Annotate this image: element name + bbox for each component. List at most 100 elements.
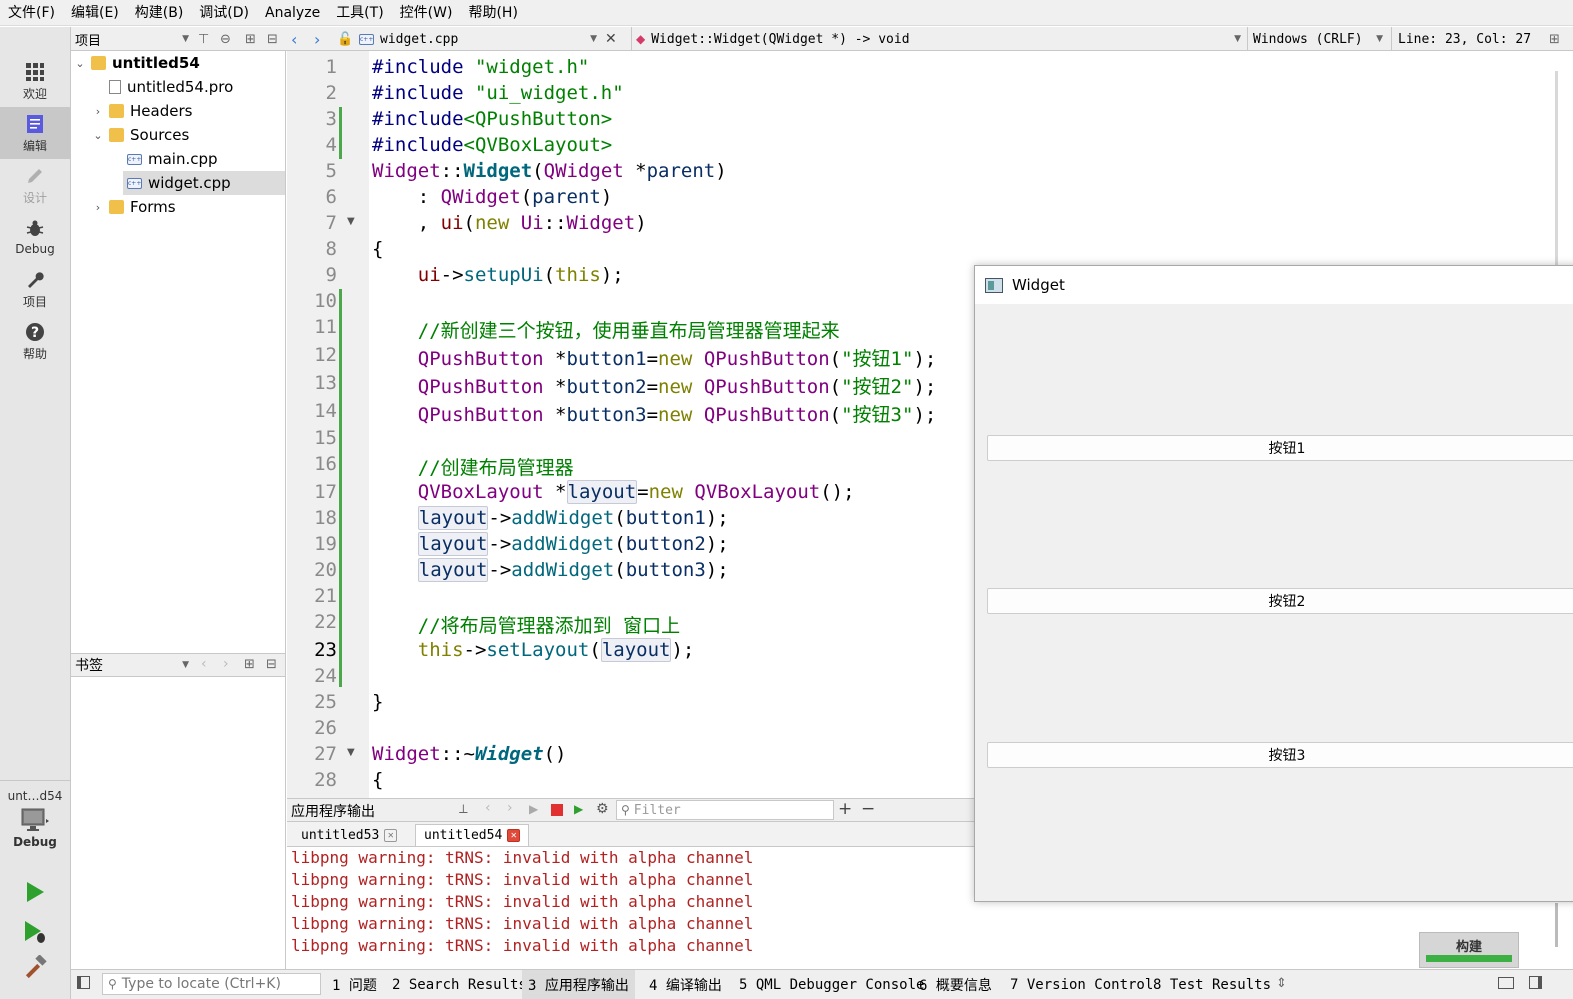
push-button-1[interactable]: 按钮1 (987, 435, 1573, 461)
nav-back-button[interactable]: ‹ (291, 27, 297, 51)
line-number: 28 (314, 769, 337, 791)
mode-debug[interactable]: Debug (0, 211, 70, 263)
output-scrollbar[interactable] (1555, 903, 1558, 947)
gear-icon[interactable]: ⚙ (596, 801, 609, 817)
window-title: Widget (1012, 276, 1065, 294)
symbol-selector[interactable]: ◆ Widget::Widget(QWidget *) -> void ▼ (631, 27, 1245, 51)
tab-test-results[interactable]: 8 Test Results (1147, 970, 1277, 999)
code-token: setLayout (486, 639, 590, 661)
mode-projects[interactable]: 项目 (0, 263, 70, 315)
filter-input[interactable]: ⚲ Filter (616, 800, 834, 820)
menu-bar: 文件(F) 编辑(E) 构建(B) 调试(D) Analyze 工具(T) 控件… (0, 0, 1573, 26)
chevron-left-icon[interactable]: ‹ (201, 656, 207, 672)
mode-help[interactable]: ? 帮助 (0, 315, 70, 367)
progress-details-icon[interactable] (1498, 977, 1514, 989)
tab-compile-output[interactable]: 4 编译输出 (643, 970, 728, 999)
push-button-3[interactable]: 按钮3 (987, 742, 1573, 768)
menu-debug[interactable]: 调试(D) (191, 0, 257, 26)
chevron-right-icon[interactable]: › (507, 800, 513, 816)
tree-item-main-cpp[interactable]: c++ main.cpp (127, 147, 218, 171)
push-button-2[interactable]: 按钮2 (987, 588, 1573, 614)
close-pane-button[interactable]: ⊟ (267, 27, 278, 51)
output-tab[interactable]: untitled53 ✕ (293, 824, 405, 846)
menu-tools[interactable]: 工具(T) (328, 0, 391, 26)
chevron-left-icon[interactable]: ‹ (485, 800, 491, 816)
tree-item-forms[interactable]: › Forms (91, 195, 176, 219)
toggle-sidebar-icon[interactable] (77, 976, 90, 989)
menu-file[interactable]: 文件(F) (0, 0, 63, 26)
output-tab-active[interactable]: untitled54 ✕ (415, 824, 530, 846)
fold-marker-icon[interactable]: ▼ (347, 216, 355, 227)
mode-welcome[interactable]: 欢迎 (0, 55, 70, 107)
tab-qml-debugger-console[interactable]: 5 QML Debugger Console (733, 970, 930, 999)
code-token-highlight: layout (417, 532, 489, 556)
window-titlebar[interactable]: Widget (975, 266, 1573, 304)
minus-icon[interactable]: − (861, 799, 875, 819)
add-icon[interactable]: + (838, 799, 852, 819)
tree-item-pro-file[interactable]: untitled54.pro (109, 75, 233, 99)
cursor-position[interactable]: Line: 23, Col: 27 (1391, 27, 1531, 51)
build-progress-fill (1426, 955, 1512, 962)
tree-item-headers[interactable]: › Headers (91, 99, 193, 123)
code-line-28: { (372, 769, 384, 791)
filter-tree-button[interactable]: ⊤ (198, 27, 209, 51)
line-number: 14 (314, 400, 337, 422)
menu-help[interactable]: 帮助(H) (460, 0, 525, 26)
code-token: this (555, 264, 601, 286)
tab-application-output[interactable]: 3 应用程序输出 (522, 970, 635, 999)
split-button[interactable]: ⊞ (245, 27, 256, 51)
nav-forward-button[interactable]: › (314, 27, 320, 51)
kit-selector[interactable]: unt…d54 Debug (0, 787, 70, 859)
menu-widgets[interactable]: 控件(W) (392, 0, 461, 26)
stop-button[interactable] (551, 804, 563, 816)
menu-analyze[interactable]: Analyze (257, 0, 328, 26)
debug-run-button[interactable] (22, 919, 48, 945)
toggle-right-sidebar-icon[interactable] (1529, 976, 1542, 989)
menu-build[interactable]: 构建(B) (127, 0, 192, 26)
tree-item-sources[interactable]: ⌄ Sources (91, 123, 189, 147)
rerun-button[interactable]: ▶ (529, 802, 538, 816)
tree-item-widget-cpp[interactable]: c++ widget.cpp (123, 171, 285, 195)
locator-input[interactable]: ⚲ Type to locate (Ctrl+K) (102, 973, 321, 995)
code-token: ( (614, 559, 626, 581)
close-pane-icon[interactable]: ⊟ (266, 657, 277, 672)
code-token: button2 (625, 533, 706, 555)
output-pane-title: 应用程序输出 (291, 804, 375, 820)
build-progress[interactable]: 构建 (1419, 932, 1519, 968)
tab-version-control[interactable]: 7 Version Control (1004, 970, 1159, 999)
code-token: new (658, 404, 693, 426)
close-file-button[interactable]: ✕ (605, 27, 617, 51)
tree-item-project[interactable]: ⌄ untitled54 (73, 51, 199, 75)
menu-edit[interactable]: 编辑(E) (63, 0, 127, 26)
project-view-selector[interactable]: 项目 ▼ (75, 27, 189, 51)
close-icon: ✕ (605, 31, 617, 47)
tab-issues[interactable]: 1 问题 (326, 970, 383, 999)
split-editor-button[interactable]: ⊞ (1549, 27, 1560, 51)
current-file-name: widget.cpp (380, 31, 459, 47)
fold-marker-icon[interactable]: ▼ (347, 747, 355, 758)
sync-button[interactable]: ⊖ (220, 27, 231, 51)
code-token: ); (913, 376, 937, 398)
tab-general-messages[interactable]: 6 概要信息 (913, 970, 998, 999)
line-number: 18 (314, 507, 337, 529)
chevron-right-icon[interactable]: › (223, 656, 229, 672)
play-icon (27, 882, 44, 902)
brush-icon[interactable]: ⟂ (459, 802, 468, 817)
run-button[interactable] (22, 879, 48, 905)
split-icon: ⊞ (1549, 31, 1560, 47)
line-ending-selector[interactable]: Windows (CRLF) ▼ (1247, 27, 1387, 51)
code-token: "按钮1" (841, 348, 914, 370)
close-icon[interactable]: ✕ (384, 828, 398, 842)
tab-search-results[interactable]: 2 Search Results (386, 970, 533, 999)
split-icon[interactable]: ⊞ (244, 657, 255, 672)
file-selector[interactable]: c++ widget.cpp ▼ (359, 27, 597, 51)
mode-design[interactable]: 设计 (0, 159, 70, 211)
chevron-updown-icon[interactable]: ⇕ (1276, 976, 1287, 991)
attach-debugger-button[interactable]: ▶ (574, 802, 583, 816)
bookmarks-selector[interactable]: 书签 ▼ (75, 654, 189, 676)
chevron-left-icon: ‹ (291, 29, 298, 49)
build-button[interactable] (22, 954, 48, 981)
mode-label: 帮助 (22, 346, 47, 361)
close-icon[interactable]: ✕ (507, 829, 521, 842)
mode-edit[interactable]: 编辑 (0, 107, 70, 159)
